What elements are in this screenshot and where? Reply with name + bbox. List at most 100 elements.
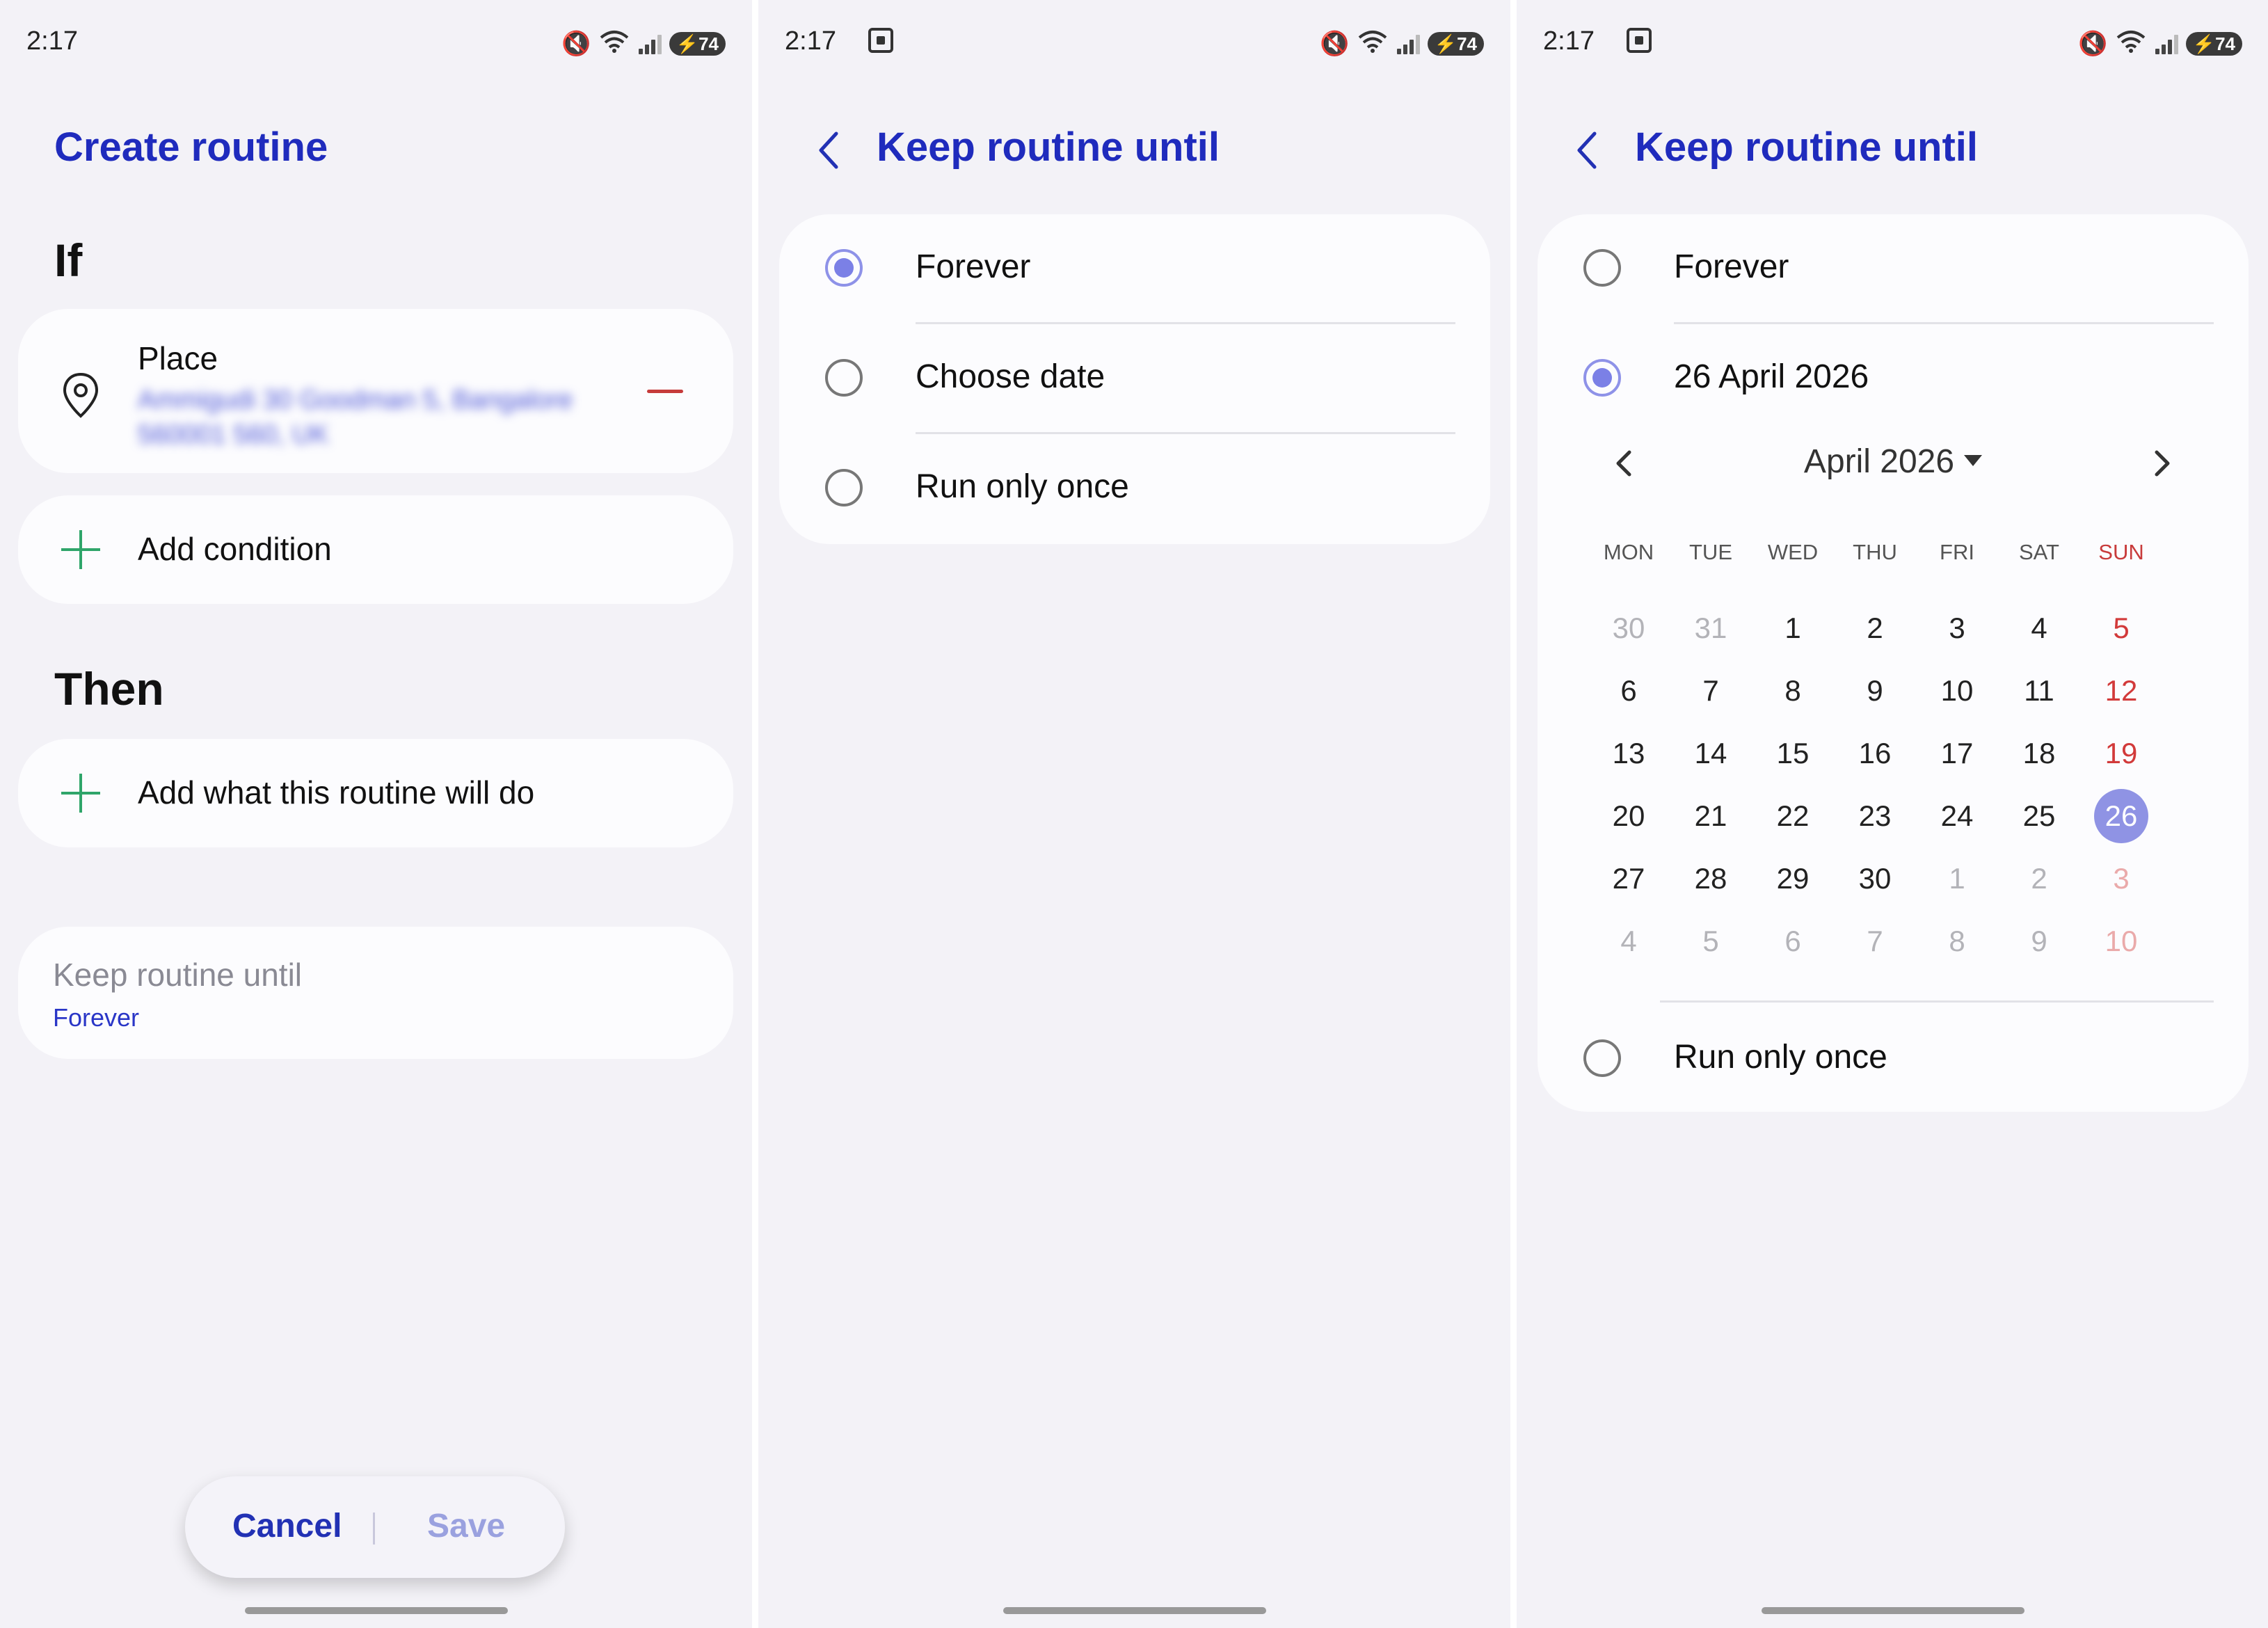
calendar-day[interactable]: 7: [1834, 910, 1916, 973]
calendar-day[interactable]: 13: [1588, 722, 1670, 785]
calendar-day[interactable]: 2: [1998, 847, 2080, 910]
calendar-day[interactable]: 29: [1752, 847, 1834, 910]
calendar-day[interactable]: 23: [1834, 785, 1916, 847]
calendar-day[interactable]: 11: [1998, 660, 2080, 722]
signal-icon: [637, 33, 662, 54]
calendar-day[interactable]: 8: [1916, 910, 1998, 973]
page-title: Keep routine until: [1635, 125, 1978, 170]
calendar-day[interactable]: 27: [1588, 847, 1670, 910]
calendar-day[interactable]: 12: [2080, 660, 2162, 722]
calendar-day-number: 9: [2031, 925, 2047, 957]
calendar-day[interactable]: 24: [1916, 785, 1998, 847]
calendar-day[interactable]: 28: [1670, 847, 1752, 910]
calendar-day[interactable]: 17: [1916, 722, 1998, 785]
wifi-icon: [2116, 29, 2146, 58]
radio-unselected[interactable]: [825, 359, 863, 397]
calendar-day[interactable]: 10: [2080, 910, 2162, 973]
calendar-day[interactable]: 9: [1998, 910, 2080, 973]
radio-selected[interactable]: [825, 249, 863, 287]
status-bar: 2:17 🔇 ⚡74: [26, 25, 726, 60]
calendar-day[interactable]: 10: [1916, 660, 1998, 722]
options-card: Forever 26 April 2026 April 2026 MON TUE W…: [1538, 214, 2249, 1112]
add-action-button[interactable]: Add what this routine will do: [18, 739, 733, 847]
calendar-day[interactable]: 9: [1834, 660, 1916, 722]
calendar-day-number: 7: [1702, 674, 1719, 707]
weekday-label: SUN: [2098, 540, 2144, 564]
option-choose-date[interactable]: Choose date: [779, 324, 1490, 434]
calendar-day[interactable]: 30: [1834, 847, 1916, 910]
calendar-day[interactable]: 5: [2080, 597, 2162, 660]
status-icons: 🔇 ⚡74: [2078, 29, 2242, 58]
calendar-day[interactable]: 2: [1834, 597, 1916, 660]
calendar-day-number: 30: [1612, 612, 1645, 644]
home-indicator[interactable]: [245, 1607, 508, 1614]
status-time: 2:17: [26, 26, 78, 56]
calendar-day[interactable]: 31: [1670, 597, 1752, 660]
option-run-once[interactable]: Run only once: [779, 434, 1490, 544]
battery-level: 74: [1457, 33, 1477, 54]
calendar-day-number: 4: [2031, 612, 2047, 644]
radio-unselected[interactable]: [1583, 1039, 1621, 1077]
remove-condition-icon[interactable]: [647, 390, 683, 393]
month-selector[interactable]: April 2026: [1538, 442, 2249, 481]
calendar-day[interactable]: 5: [1670, 910, 1752, 973]
signal-icon: [2154, 33, 2178, 54]
calendar-day[interactable]: 21: [1670, 785, 1752, 847]
radio-unselected[interactable]: [825, 469, 863, 506]
keep-routine-until-row[interactable]: Keep routine until Forever: [18, 927, 733, 1059]
next-month-icon[interactable]: [2151, 448, 2173, 479]
calendar-day[interactable]: 1: [1916, 847, 1998, 910]
place-condition-card[interactable]: Place Ammigudi 30 Goodman 5, Bangalore 5…: [18, 309, 733, 473]
calendar-day-number: 24: [1940, 799, 1974, 832]
calendar-day[interactable]: 4: [1998, 597, 2080, 660]
option-date[interactable]: 26 April 2026: [1538, 324, 2249, 434]
calendar-day[interactable]: 30: [1588, 597, 1670, 660]
calendar-day[interactable]: 19: [2080, 722, 2162, 785]
wifi-icon: [600, 29, 629, 58]
calendar-day-selected[interactable]: 26: [2080, 785, 2162, 847]
option-label: Choose date: [916, 358, 1105, 395]
save-button[interactable]: Save: [427, 1507, 505, 1545]
calendar-day-number: 30: [1858, 862, 1892, 895]
calendar-day-number: 10: [1940, 674, 1974, 707]
chevron-left-icon[interactable]: [813, 129, 843, 171]
divider: [373, 1513, 375, 1545]
calendar-day-number: 20: [1612, 799, 1645, 832]
calendar-day[interactable]: 20: [1588, 785, 1670, 847]
option-run-once[interactable]: Run only once: [1538, 1005, 2249, 1109]
status-icons: 🔇 ⚡74: [561, 29, 726, 58]
calendar-day[interactable]: 7: [1670, 660, 1752, 722]
calendar-day-number: 16: [1858, 737, 1892, 769]
cancel-button[interactable]: Cancel: [232, 1507, 342, 1545]
calendar-day[interactable]: 18: [1998, 722, 2080, 785]
calendar-day[interactable]: 22: [1752, 785, 1834, 847]
calendar-day[interactable]: 16: [1834, 722, 1916, 785]
home-indicator[interactable]: [1762, 1607, 2025, 1614]
radio-unselected[interactable]: [1583, 249, 1621, 287]
calendar-day-number: 2: [1867, 612, 1883, 644]
calendar-day[interactable]: 3: [1916, 597, 1998, 660]
calendar-day[interactable]: 8: [1752, 660, 1834, 722]
chevron-left-icon[interactable]: [1571, 129, 1602, 171]
calendar-day[interactable]: 4: [1588, 910, 1670, 973]
calendar-day[interactable]: 3: [2080, 847, 2162, 910]
calendar-day-number: 19: [2105, 737, 2138, 769]
calendar-day[interactable]: 25: [1998, 785, 2080, 847]
add-condition-button[interactable]: Add condition: [18, 495, 733, 604]
create-routine-screen: 2:17 🔇 ⚡74 Create routine If Place Ammig…: [0, 0, 752, 1628]
calendar-day-number: 12: [2105, 674, 2138, 707]
option-forever[interactable]: Forever: [779, 214, 1490, 324]
calendar-day[interactable]: 14: [1670, 722, 1752, 785]
calendar-day[interactable]: 6: [1752, 910, 1834, 973]
weekday-label: SAT: [2019, 540, 2059, 564]
calendar-day[interactable]: 15: [1752, 722, 1834, 785]
calendar-day[interactable]: 1: [1752, 597, 1834, 660]
status-bar: 2:17 🔇 ⚡74: [785, 25, 1484, 60]
status-bar: 2:17 🔇 ⚡74: [1543, 25, 2242, 60]
option-forever[interactable]: Forever: [1538, 214, 2249, 324]
calendar-day-number: 11: [2024, 674, 2054, 707]
radio-selected[interactable]: [1583, 359, 1621, 397]
dropdown-icon: [1964, 455, 1983, 467]
home-indicator[interactable]: [1003, 1607, 1266, 1614]
calendar-day[interactable]: 6: [1588, 660, 1670, 722]
